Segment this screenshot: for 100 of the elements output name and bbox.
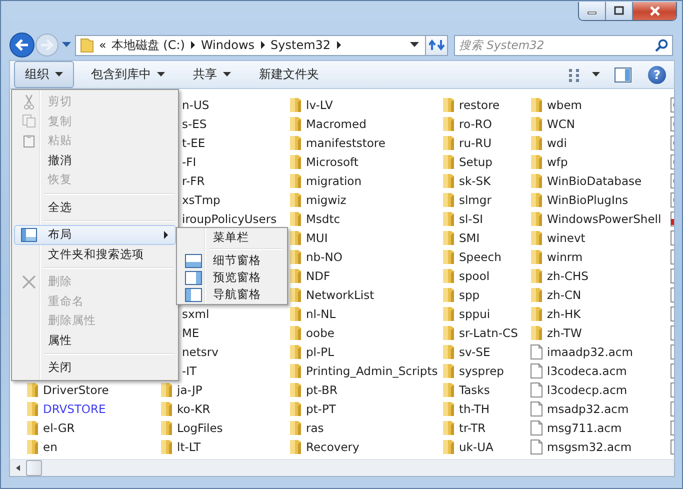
breadcrumb[interactable]: 本地磁盘 (C:) — [111, 36, 185, 54]
address-bar[interactable]: « 本地磁盘 (C:) Windows System32 — [75, 34, 426, 56]
folder-name[interactable]: WinBioDatabase — [547, 174, 642, 188]
folder-name[interactable]: Printing_Admin_Scripts — [306, 364, 438, 378]
file-name[interactable]: imaadp32.acm — [547, 344, 633, 358]
file-name[interactable]: msgsm32.acm — [547, 440, 632, 454]
toolbar-button[interactable]: 包含到库中 — [80, 61, 176, 88]
menu-item[interactable]: 细节窗格 — [179, 252, 285, 269]
folder-name[interactable]: Setup — [459, 154, 492, 168]
folder-name[interactable]: zh-TW — [547, 326, 582, 340]
folder-name[interactable]: uk-UA — [459, 440, 494, 454]
breadcrumb[interactable]: System32 — [270, 38, 331, 52]
folder-name[interactable]: Recovery — [306, 440, 360, 454]
folder-name[interactable]: restore — [459, 98, 500, 112]
folder-name[interactable]: NetworkList — [306, 288, 374, 302]
menu-item[interactable]: 布局 — [14, 225, 176, 244]
folder-name[interactable]: ja-JP — [177, 382, 202, 396]
folder-name[interactable]: lt-LT — [177, 440, 201, 454]
folder-name[interactable]: th-TH — [459, 402, 490, 416]
file-name[interactable]: l3codeca.acm — [547, 364, 627, 378]
toolbar-button[interactable]: 共享 — [182, 61, 242, 88]
menu-item[interactable]: 属性 — [14, 330, 176, 350]
folder-name[interactable]: sysprep — [459, 364, 504, 378]
folder-name[interactable]: spp — [459, 288, 480, 302]
scroll-left-icon[interactable] — [14, 464, 22, 472]
folder-name[interactable]: NDF — [306, 268, 330, 282]
file-name[interactable]: l3codecp.acm — [547, 382, 628, 396]
menu-item[interactable]: 导航窗格 — [179, 286, 285, 303]
folder-name[interactable]: Tasks — [459, 382, 490, 396]
folder-name[interactable]: migwiz — [306, 192, 346, 206]
chevron-icon[interactable] — [260, 41, 266, 49]
folder-name[interactable]: WCN — [547, 116, 576, 130]
folder-name[interactable]: ro-RO — [459, 116, 492, 130]
menu-item[interactable]: 撤消 — [14, 150, 176, 170]
close-button[interactable] — [633, 2, 676, 20]
folder-name[interactable]: zh-CN — [547, 288, 582, 302]
toolbar-button[interactable]: 新建文件夹 — [248, 61, 330, 88]
preview-pane-icon[interactable] — [614, 66, 632, 82]
folder-name[interactable]: pt-BR — [306, 382, 338, 396]
menu-item[interactable]: 文件夹和搜索选项 — [14, 244, 176, 264]
chevron-icon[interactable] — [190, 41, 196, 49]
folder-name[interactable]: slmgr — [459, 192, 492, 206]
folder-name[interactable]: winevt — [547, 230, 586, 244]
folder-name[interactable]: Microsoft — [306, 154, 358, 168]
folder-name[interactable]: zh-CHS — [547, 268, 588, 282]
folder-name[interactable]: ras — [306, 420, 324, 434]
folder-name[interactable]: WindowsPowerShell — [547, 212, 662, 226]
search-field[interactable]: 搜索 System32 — [459, 38, 655, 52]
toolbar-button[interactable]: 组织 — [14, 61, 74, 88]
folder-name[interactable]: tr-TR — [459, 420, 486, 434]
menu-item[interactable]: 关闭 — [14, 358, 176, 378]
history-dropdown-icon[interactable] — [62, 42, 71, 48]
chevron-icon[interactable] — [336, 41, 342, 49]
overflow-mark[interactable]: « — [99, 38, 106, 52]
folder-name[interactable]: Speech — [459, 250, 502, 264]
folder-name[interactable]: wdi — [547, 136, 567, 150]
folder-name[interactable]: WinBioPlugIns — [547, 192, 628, 206]
file-name[interactable]: msg711.acm — [547, 420, 622, 434]
folder-name[interactable]: LogFiles — [177, 420, 223, 434]
minimize-button[interactable] — [579, 2, 606, 20]
folder-name[interactable]: sl-SI — [459, 212, 484, 226]
search-icon[interactable] — [655, 38, 668, 52]
folder-name[interactable]: ru-RU — [459, 136, 492, 150]
folder-name[interactable]: zh-HK — [547, 306, 581, 320]
folder-name[interactable]: en — [43, 440, 58, 454]
folder-name[interactable]: nb-NO — [306, 250, 342, 264]
menu-item[interactable]: 预览窗格 — [179, 269, 285, 286]
folder-name[interactable]: wfp — [547, 154, 568, 168]
folder-name[interactable]: Msdtc — [306, 212, 340, 226]
folder-name[interactable]: manifeststore — [306, 136, 386, 150]
scrollbar-thumb[interactable] — [26, 460, 42, 476]
folder-name[interactable]: sppui — [459, 306, 490, 320]
folder-name[interactable]: winrm — [547, 250, 583, 264]
folder-name[interactable]: wbem — [547, 98, 582, 112]
folder-name[interactable]: oobe — [306, 326, 334, 340]
folder-name[interactable]: MUI — [306, 230, 328, 244]
folder-name[interactable]: ko-KR — [177, 402, 210, 416]
dropdown-icon[interactable] — [410, 42, 419, 48]
folder-name[interactable]: SMI — [459, 230, 480, 244]
folder-name[interactable]: DriverStore — [43, 382, 109, 396]
refresh-button[interactable] — [426, 34, 448, 56]
folder-name[interactable]: lv-LV — [306, 98, 333, 112]
maximize-button[interactable] — [606, 2, 633, 20]
folder-name[interactable]: sr-Latn-CS — [459, 326, 518, 340]
folder-name[interactable]: spool — [459, 268, 490, 282]
folder-name[interactable]: sk-SK — [459, 174, 491, 188]
folder-name[interactable]: pt-PT — [306, 402, 336, 416]
menu-item[interactable]: 菜单栏 — [179, 229, 285, 246]
folder-name[interactable]: nl-NL — [306, 306, 336, 320]
file-name[interactable]: msadp32.acm — [547, 402, 629, 416]
search-box[interactable]: 搜索 System32 — [454, 34, 673, 56]
folder-name[interactable]: DRVSTORE — [43, 402, 106, 416]
breadcrumb[interactable]: Windows — [200, 38, 255, 52]
menu-item[interactable]: 全选 — [14, 198, 176, 217]
folder-name[interactable]: migration — [306, 174, 362, 188]
back-button[interactable] — [9, 32, 35, 58]
folder-name[interactable]: Macromed — [306, 116, 366, 130]
caret-icon[interactable] — [592, 72, 600, 77]
folder-name[interactable]: pl-PL — [306, 344, 334, 358]
folder-name[interactable]: el-GR — [43, 420, 75, 434]
